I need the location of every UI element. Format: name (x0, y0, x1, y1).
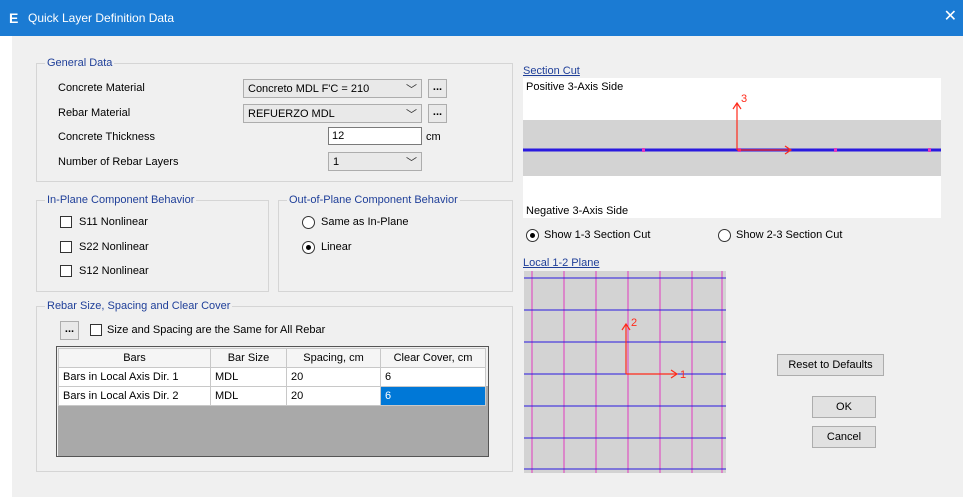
same-as-inplane-radio[interactable] (302, 216, 315, 229)
cancel-button[interactable]: Cancel (812, 426, 876, 448)
s11-label: S11 Nonlinear (79, 216, 148, 228)
rebar-layers-label: Number of Rebar Layers (58, 156, 179, 168)
table-cell[interactable]: Bars in Local Axis Dir. 2 (58, 386, 211, 406)
rebar-material-value: REFUERZO MDL (248, 108, 335, 120)
rebar-browse-button[interactable]: ... (60, 321, 79, 340)
local-12-plane-diagram (524, 271, 726, 473)
table-cell[interactable]: 20 (286, 386, 381, 406)
thickness-unit: cm (426, 131, 441, 143)
table-cell[interactable]: 6 (380, 367, 486, 387)
column-header: Bar Size (210, 348, 287, 368)
show-23-label: Show 2-3 Section Cut (736, 229, 843, 241)
s12-label: S12 Nonlinear (79, 265, 149, 277)
same-as-inplane-label: Same as In-Plane (321, 216, 409, 228)
table-cell-selected[interactable]: 6 (380, 386, 486, 406)
concrete-material-value: Concreto MDL F'C = 210 (248, 83, 370, 95)
rebar-layers-value: 1 (333, 156, 340, 168)
inplane-legend: In-Plane Component Behavior (45, 194, 197, 206)
table-cell[interactable]: 20 (286, 367, 381, 387)
chevron-down-icon: ﹀ (406, 84, 417, 96)
chevron-down-icon: ﹀ (406, 109, 417, 121)
outplane-legend: Out-of-Plane Component Behavior (287, 194, 460, 206)
section-cut-link[interactable]: Section Cut (523, 65, 580, 77)
rebar-layers-select[interactable]: 1 ﹀ (328, 152, 422, 171)
table-cell[interactable]: MDL (210, 386, 287, 406)
negative-side-label: Negative 3-Axis Side (526, 205, 629, 217)
axis-3-label: 3 (741, 93, 748, 105)
same-all-label: Size and Spacing are the Same for All Re… (107, 324, 326, 336)
chevron-down-icon: ﹀ (406, 157, 417, 169)
same-all-checkbox[interactable] (90, 324, 102, 336)
rebar-material-browse-button[interactable]: ... (428, 104, 447, 123)
window-title: Quick Layer Definition Data (28, 11, 175, 25)
rebar-table: Bars Bar Size Spacing, cm Clear Cover, c… (58, 348, 486, 406)
general-data-legend: General Data (45, 57, 115, 69)
axis-1-label: 1 (680, 369, 687, 381)
rebar-material-label: Rebar Material (58, 107, 131, 119)
linear-label: Linear (321, 241, 352, 253)
column-header: Bars (58, 348, 211, 368)
table-row: Bars in Local Axis Dir. 2 MDL 20 6 (58, 386, 486, 406)
rebar-material-select[interactable]: REFUERZO MDL ﹀ (243, 104, 422, 123)
linear-radio[interactable] (302, 241, 315, 254)
concrete-thickness-label: Concrete Thickness (58, 131, 156, 143)
axis-2-label: 2 (631, 317, 638, 329)
local-12-plane-link[interactable]: Local 1-2 Plane (523, 257, 599, 269)
title-bar: E Quick Layer Definition Data ✕ (0, 0, 963, 36)
reset-to-defaults-button[interactable]: Reset to Defaults (777, 354, 884, 376)
positive-side-label: Positive 3-Axis Side (526, 81, 624, 93)
s22-checkbox[interactable] (60, 241, 72, 253)
concrete-material-select[interactable]: Concreto MDL F'C = 210 ﹀ (243, 79, 422, 98)
table-header-row: Bars Bar Size Spacing, cm Clear Cover, c… (58, 348, 486, 368)
column-header: Spacing, cm (286, 348, 381, 368)
s22-label: S22 Nonlinear (79, 241, 149, 253)
show-13-label: Show 1-3 Section Cut (544, 229, 651, 241)
s12-checkbox[interactable] (60, 265, 72, 277)
table-cell[interactable]: Bars in Local Axis Dir. 1 (58, 367, 211, 387)
concrete-material-browse-button[interactable]: ... (428, 79, 447, 98)
left-edge (0, 36, 12, 497)
s11-checkbox[interactable] (60, 216, 72, 228)
rebar-legend: Rebar Size, Spacing and Clear Cover (45, 300, 233, 312)
ok-button[interactable]: OK (812, 396, 876, 418)
close-icon[interactable]: ✕ (944, 9, 957, 25)
app-icon: E (9, 10, 19, 26)
show-13-radio[interactable] (526, 229, 539, 242)
table-row: Bars in Local Axis Dir. 1 MDL 20 6 (58, 367, 486, 387)
section-cut-diagram (523, 78, 941, 218)
table-cell[interactable]: MDL (210, 367, 287, 387)
concrete-material-label: Concrete Material (58, 82, 145, 94)
concrete-thickness-input[interactable]: 12 (328, 127, 422, 145)
column-header: Clear Cover, cm (380, 348, 486, 368)
show-23-radio[interactable] (718, 229, 731, 242)
